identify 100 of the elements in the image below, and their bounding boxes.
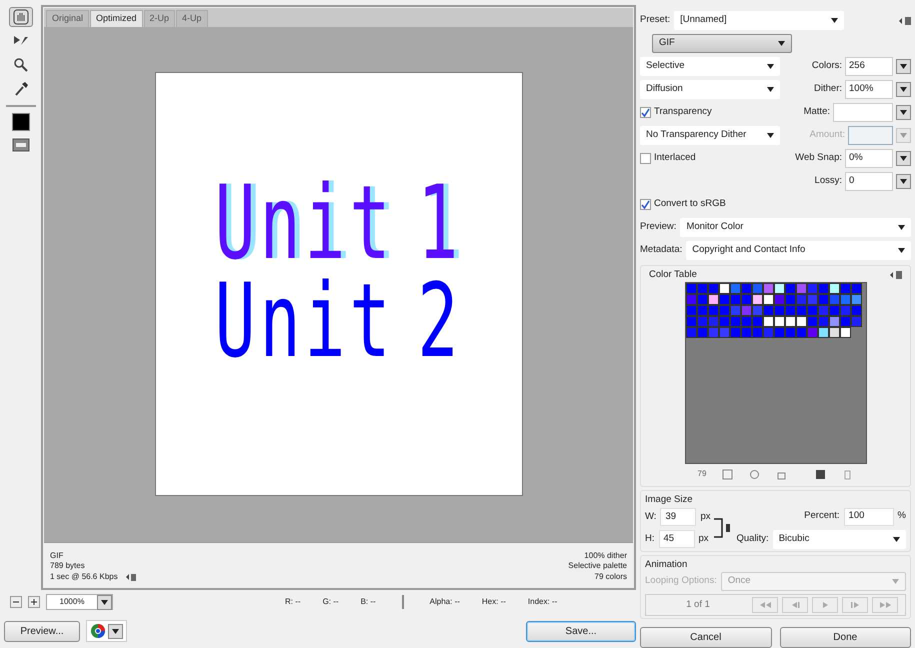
color-swatch[interactable] [818,294,828,306]
color-swatch[interactable] [828,305,840,316]
color-swatch[interactable] [828,294,840,306]
color-swatch[interactable] [774,283,784,294]
color-swatch[interactable] [818,327,828,338]
color-swatch[interactable] [806,327,818,338]
eyedropper-color-swatch[interactable] [12,113,30,131]
interlaced-checkbox[interactable] [640,153,651,164]
dither-dropdown[interactable]: Diffusion [640,80,780,99]
color-swatch[interactable] [740,316,752,328]
menu-icon[interactable] [126,574,136,582]
color-swatch[interactable] [718,327,730,338]
view-tab[interactable]: 2-Up [144,10,176,26]
color-swatch[interactable] [850,305,862,316]
color-swatch[interactable] [818,316,828,328]
color-swatch[interactable] [840,305,850,316]
panel-menu-icon[interactable] [899,16,911,24]
color-swatch[interactable] [708,294,718,306]
color-swatch[interactable] [752,327,762,338]
new-color-icon[interactable] [815,468,826,480]
color-swatch[interactable] [796,305,806,316]
color-swatch[interactable] [740,305,752,316]
metadata-dropdown[interactable]: Copyright and Contact Info [686,241,911,260]
slice-visibility-icon[interactable] [12,138,30,152]
cancel-button[interactable]: Cancel [640,626,772,648]
color-swatch[interactable] [762,283,774,294]
format-dropdown[interactable]: GIF [652,34,792,53]
color-swatch[interactable] [806,283,818,294]
lossy-field[interactable]: 0 [845,172,893,191]
transparency-dither-dropdown[interactable]: No Transparency Dither [640,126,780,145]
view-tab[interactable]: 4-Up [176,10,208,26]
dropdown-button[interactable] [896,174,911,189]
color-swatch[interactable] [752,283,762,294]
zoom-out-button[interactable] [10,596,22,608]
colors-field[interactable]: 256 [845,57,893,76]
color-swatch[interactable] [696,327,708,338]
view-tab[interactable]: Original [46,10,90,26]
dropdown-button[interactable] [896,82,911,97]
dropdown-button[interactable] [896,105,911,120]
color-swatch[interactable] [686,316,696,328]
color-swatch[interactable] [840,327,850,338]
color-swatch[interactable] [818,283,828,294]
color-swatch[interactable] [686,294,696,306]
save-button[interactable]: Save... [526,620,636,642]
color-swatch[interactable] [762,294,774,306]
color-swatch[interactable] [784,294,796,306]
dropdown-button[interactable] [896,59,911,74]
color-swatch[interactable] [686,305,696,316]
view-tab[interactable]: Optimized [90,10,143,26]
color-swatch[interactable] [806,305,818,316]
color-swatch[interactable] [686,327,696,338]
preset-dropdown[interactable]: [Unnamed] [674,11,844,30]
color-swatch[interactable] [730,305,740,316]
color-swatch[interactable] [784,283,796,294]
color-swatch[interactable] [718,294,730,306]
panel-menu-icon[interactable] [890,271,902,280]
color-swatch[interactable] [740,327,752,338]
color-swatch[interactable] [740,294,752,306]
color-swatch[interactable] [762,305,774,316]
height-field[interactable]: 45 [658,530,694,548]
width-field[interactable]: 39 [660,508,696,526]
color-swatch[interactable] [840,283,850,294]
done-button[interactable]: Done [780,626,911,648]
preview-button[interactable]: Preview... [4,620,80,642]
color-swatch[interactable] [762,327,774,338]
color-swatch[interactable] [752,316,762,328]
quality-dropdown[interactable]: Bicubic [772,530,906,548]
color-swatch[interactable] [796,294,806,306]
color-swatch[interactable] [774,327,784,338]
color-swatch[interactable] [850,294,862,306]
color-swatch[interactable] [840,294,850,306]
web-snap-field[interactable]: 0% [845,149,893,168]
color-swatch[interactable] [730,283,740,294]
color-swatch[interactable] [730,316,740,328]
color-swatch[interactable] [784,305,796,316]
color-swatch[interactable] [806,316,818,328]
color-swatch[interactable] [796,283,806,294]
color-swatch[interactable] [718,316,730,328]
dither-field[interactable]: 100% [845,80,893,99]
convert-srgb-checkbox[interactable] [640,199,651,210]
color-swatch[interactable] [774,294,784,306]
color-swatch[interactable] [696,294,708,306]
color-swatch[interactable] [850,316,862,328]
transparency-checkbox[interactable] [640,107,651,118]
color-swatch[interactable] [718,305,730,316]
preview-mode-dropdown[interactable]: Monitor Color [680,218,911,237]
dropdown-button[interactable] [108,624,123,638]
color-swatch[interactable] [828,327,840,338]
color-swatch[interactable] [708,283,718,294]
color-reduction-dropdown[interactable]: Selective [640,57,780,76]
color-swatch[interactable] [840,316,850,328]
color-swatch[interactable] [850,283,862,294]
color-swatch[interactable] [696,316,708,328]
browser-globe-icon[interactable] [90,623,106,639]
color-swatch[interactable] [828,283,840,294]
color-swatch[interactable] [774,316,784,328]
color-swatch[interactable] [774,305,784,316]
color-swatch[interactable] [708,316,718,328]
dropdown-button[interactable] [896,151,911,166]
color-swatch[interactable] [718,283,730,294]
